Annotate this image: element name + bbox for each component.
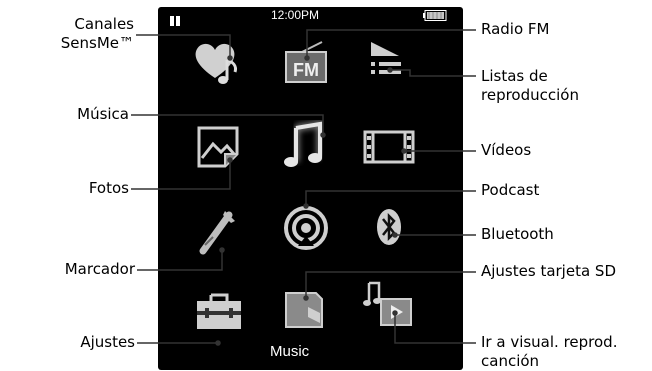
- label-videos: Vídeos: [481, 141, 532, 159]
- label-sensme-channels: Canales SensMe™: [30, 15, 134, 53]
- label-now-playing: Ir a visual. reprod. canción: [481, 333, 617, 371]
- label-bookmark: Marcador: [64, 260, 135, 278]
- label-bluetooth: Bluetooth: [481, 225, 554, 243]
- svg-text:FM: FM: [293, 60, 319, 80]
- label-now-playing-line1: Ir a visual. reprod.: [481, 333, 618, 351]
- label-podcast: Podcast: [481, 181, 540, 199]
- label-music: Música: [77, 105, 129, 123]
- playlists-icon[interactable]: [361, 34, 417, 88]
- now-playing-icon[interactable]: [361, 277, 417, 331]
- sd-card-settings-icon[interactable]: [276, 283, 332, 337]
- label-settings: Ajustes: [80, 333, 135, 351]
- label-playlists: Listas de reproducción: [481, 67, 579, 105]
- label-sd-card-settings: Ajustes tarjeta SD: [481, 262, 616, 280]
- podcast-icon[interactable]: [278, 200, 334, 254]
- sensme-channels-icon[interactable]: [191, 34, 247, 88]
- status-clock: 12:00PM: [271, 8, 320, 22]
- label-photos: Fotos: [88, 179, 129, 197]
- label-sensme-line2: SensMe™: [60, 34, 134, 52]
- settings-icon[interactable]: [191, 283, 247, 337]
- label-now-playing-line2: canción: [481, 352, 540, 370]
- photos-icon[interactable]: [191, 120, 247, 174]
- figure-stage: 12:00PM FM Music Canales SensMe™ Radio F…: [0, 0, 652, 370]
- fm-radio-icon[interactable]: FM: [278, 34, 334, 88]
- videos-icon[interactable]: [361, 120, 417, 174]
- music-icon[interactable]: [278, 118, 334, 172]
- label-sensme-line1: Canales: [74, 15, 134, 33]
- label-playlists-line1: Listas de: [481, 67, 548, 85]
- label-fm-radio: Radio FM: [481, 20, 550, 38]
- label-playlists-line2: reproducción: [481, 86, 579, 104]
- screen-title: Music: [270, 343, 310, 360]
- pause-icon: [170, 11, 182, 26]
- bluetooth-icon[interactable]: [361, 200, 417, 254]
- battery-icon: [423, 10, 447, 21]
- bookmark-icon[interactable]: [191, 203, 247, 257]
